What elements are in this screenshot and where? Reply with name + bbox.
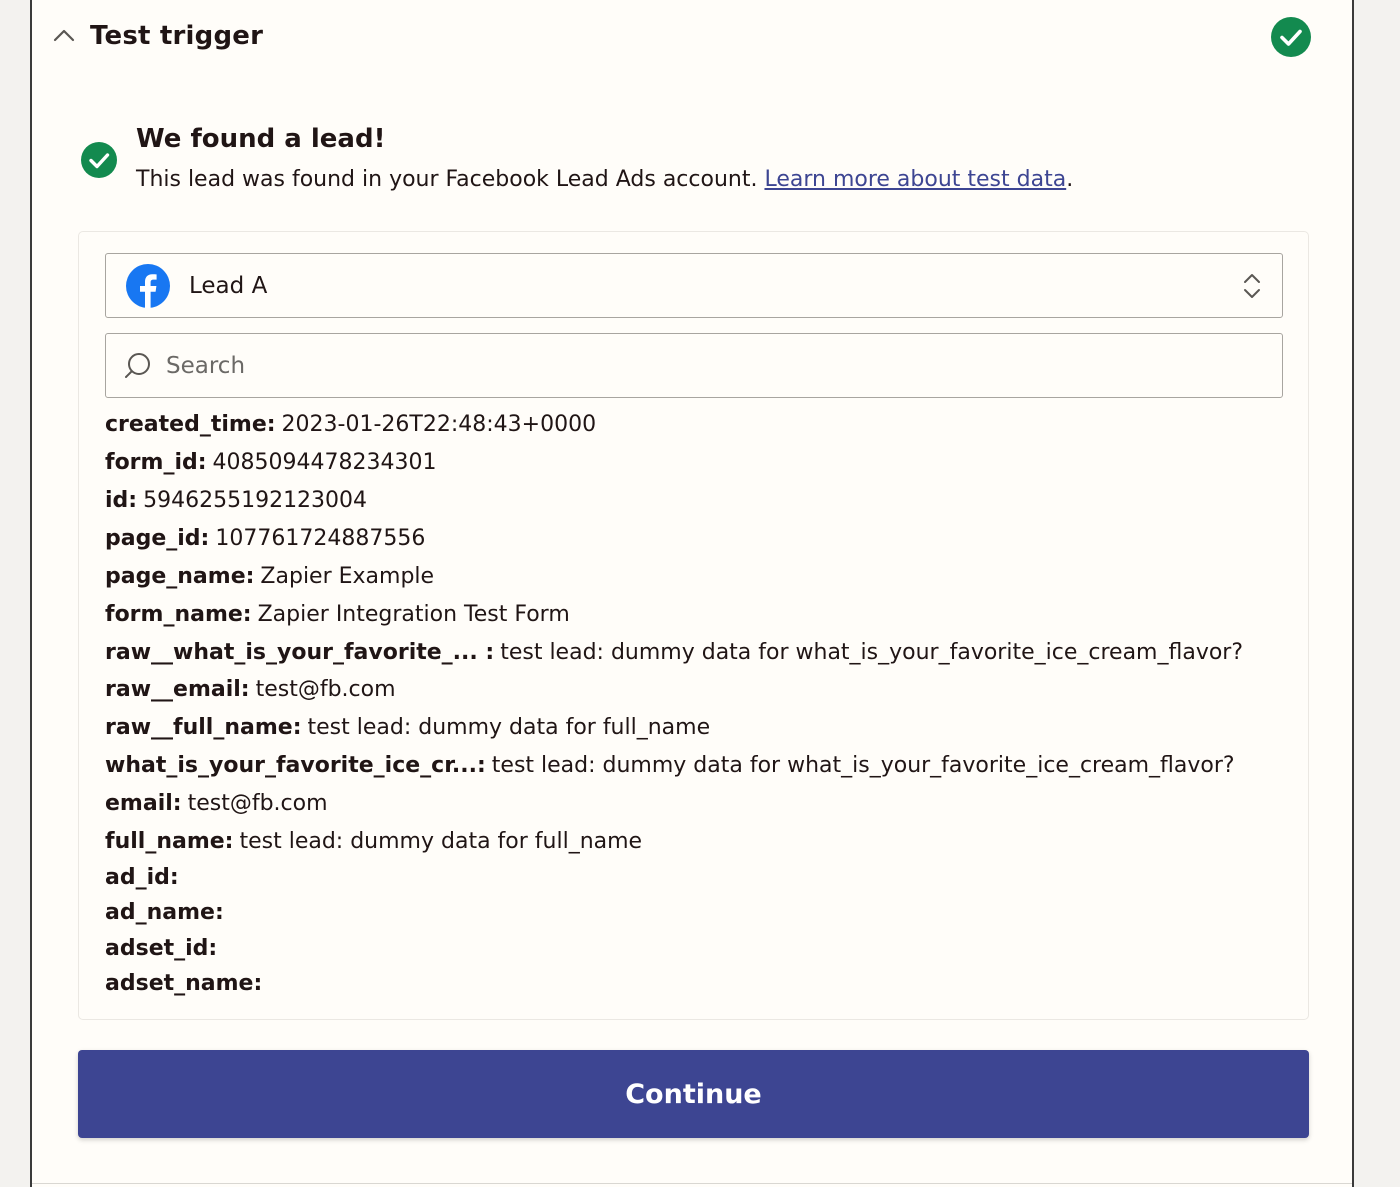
- lead-data-card: Lead A created_time:2023-01-26T22:48:43+…: [78, 231, 1309, 1020]
- field-key: raw__email:: [105, 677, 250, 702]
- field-row: form_id: 4085094478234301: [105, 450, 437, 475]
- field-value: 2023-01-26T22:48:43+0000: [281, 412, 597, 437]
- field-row: ad_id:: [105, 865, 185, 890]
- field-row: raw__email: test@fb.com: [105, 677, 396, 702]
- section-title: Test trigger: [90, 21, 264, 51]
- field-value: Zapier Example: [260, 564, 435, 589]
- field-key: adset_id:: [105, 936, 218, 961]
- chevron-up-down-icon: [1241, 272, 1263, 304]
- search-input[interactable]: [166, 352, 1246, 379]
- field-row: what_is_your_favorite_ice_cr...: test lea…: [105, 753, 1235, 778]
- check-circle-icon: [1270, 16, 1312, 62]
- field-key: raw__full_name:: [105, 715, 302, 740]
- continue-button[interactable]: Continue: [78, 1050, 1309, 1138]
- field-value: 107761724887556: [215, 526, 426, 551]
- field-row: raw__what_is_your_favorite_... : test lea…: [105, 640, 1243, 665]
- field-row: full_name: test lead: dummy data for full…: [105, 829, 642, 854]
- field-row: form_name: Zapier Integration Test Form: [105, 602, 570, 627]
- field-row: raw__full_name: test lead: dummy data for…: [105, 715, 710, 740]
- field-value: Zapier Integration Test Form: [257, 602, 570, 627]
- field-key: form_id:: [105, 450, 207, 475]
- result-description: This lead was found in your Facebook Lea…: [136, 167, 1073, 192]
- field-key: form_name:: [105, 602, 252, 627]
- result-description-period: .: [1066, 167, 1074, 192]
- field-value: test lead: dummy data for what_is_your_f…: [500, 640, 1244, 665]
- field-key: what_is_your_favorite_ice_cr...:: [105, 753, 486, 778]
- field-value: test@fb.com: [187, 791, 328, 816]
- divider: [32, 1183, 1352, 1184]
- field-key: email:: [105, 791, 182, 816]
- field-row: page_name: Zapier Example: [105, 564, 434, 589]
- field-value: 4085094478234301: [212, 450, 437, 475]
- field-value: test@fb.com: [255, 677, 396, 702]
- field-key: page_id:: [105, 526, 210, 551]
- field-key: created_time:: [105, 412, 276, 437]
- field-value: 5946255192123004: [143, 488, 368, 513]
- lead-select-value: Lead A: [189, 272, 268, 299]
- field-key: id:: [105, 488, 138, 513]
- search-box[interactable]: [105, 333, 1283, 398]
- facebook-icon: [125, 263, 171, 309]
- field-value: test lead: dummy data for what_is_your_f…: [491, 753, 1235, 778]
- search-icon: [122, 351, 152, 381]
- learn-more-link[interactable]: Learn more about test data: [764, 167, 1066, 192]
- field-key: ad_id:: [105, 865, 179, 890]
- lead-select[interactable]: Lead A: [105, 253, 1283, 318]
- field-row: adset_name:: [105, 971, 268, 996]
- field-key: ad_name:: [105, 900, 224, 925]
- field-value: test lead: dummy data for full_name: [307, 715, 711, 740]
- field-row: page_id: 107761724887556: [105, 526, 425, 551]
- result-description-text: This lead was found in your Facebook Lea…: [136, 167, 758, 192]
- field-key: raw__what_is_your_favorite_... :: [105, 640, 495, 665]
- field-row: ad_name:: [105, 900, 230, 925]
- field-row: email: test@fb.com: [105, 791, 328, 816]
- result-title: We found a lead!: [136, 124, 386, 154]
- section-header[interactable]: Test trigger: [52, 14, 1312, 58]
- field-row: id: 5946255192123004: [105, 488, 367, 513]
- test-trigger-panel: Test trigger We found a lead! This lead …: [30, 0, 1354, 1187]
- field-key: page_name:: [105, 564, 255, 589]
- field-value: test lead: dummy data for full_name: [239, 829, 643, 854]
- field-row: created_time: 2023-01-26T22:48:43+0000: [105, 412, 596, 437]
- field-row: adset_id:: [105, 936, 223, 961]
- check-circle-icon: [80, 141, 118, 183]
- field-key: full_name:: [105, 829, 234, 854]
- field-key: adset_name:: [105, 971, 263, 996]
- chevron-up-icon[interactable]: [52, 24, 76, 48]
